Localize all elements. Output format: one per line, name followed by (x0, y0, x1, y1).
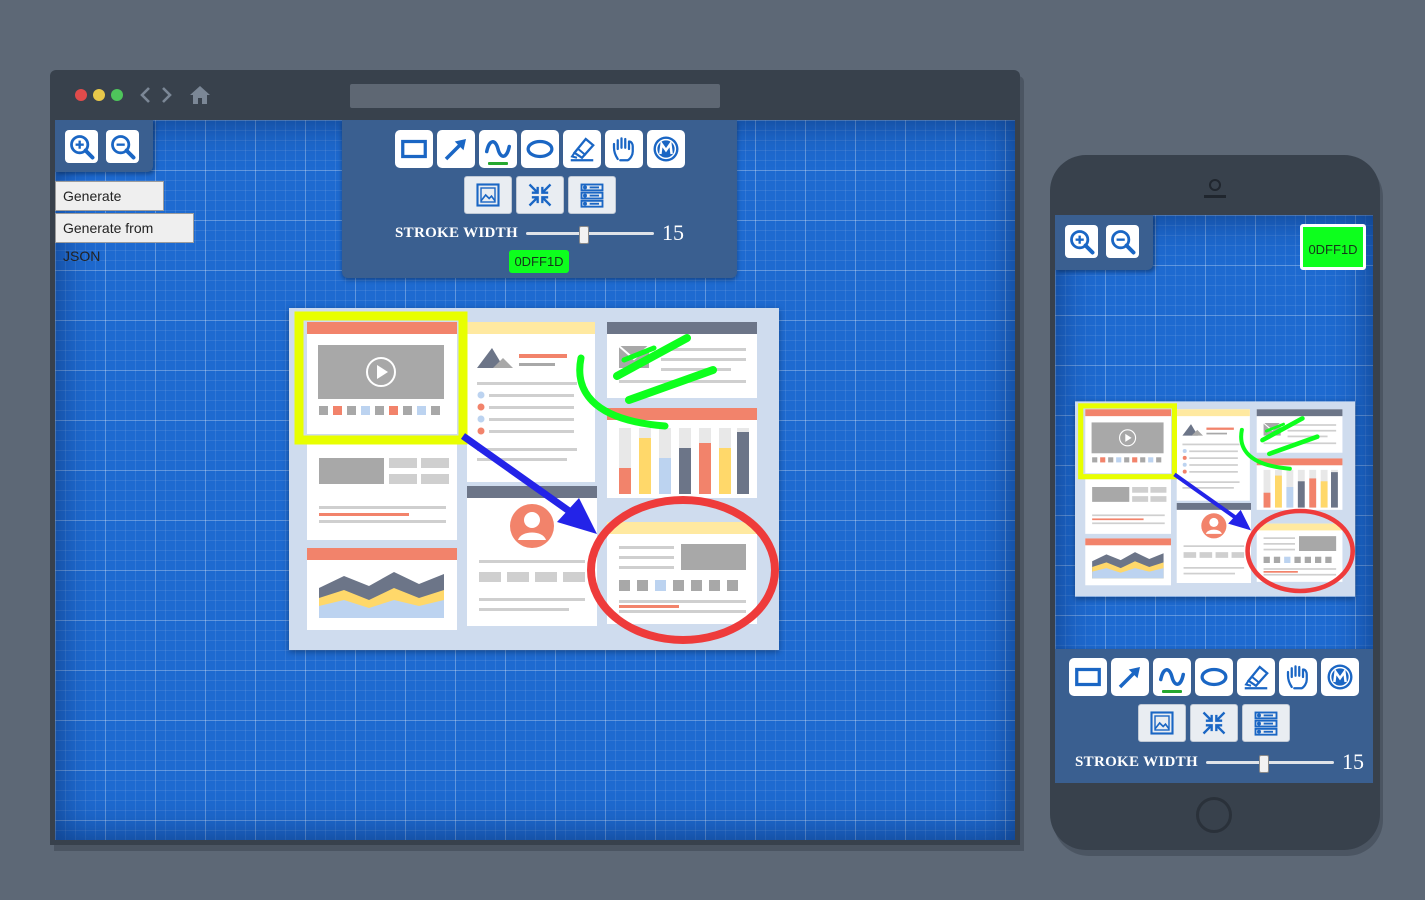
ellipse-icon (1199, 662, 1229, 692)
mobile-rectangle-tool-button[interactable] (1069, 658, 1107, 696)
freehand-icon (483, 134, 513, 164)
mobile-pan-tool-button[interactable] (1279, 658, 1317, 696)
layers-icon (1252, 709, 1280, 737)
stroke-width-label: STROKE WIDTH (1075, 753, 1198, 770)
mobile-shape-tools (1055, 658, 1373, 696)
mobile-device: 0DFF1D STROKE WIDTH 15 (1050, 155, 1380, 850)
close-dot[interactable] (75, 89, 87, 101)
eraser-tool-button[interactable] (562, 130, 601, 168)
stroke-width-value: 15 (661, 220, 684, 245)
mobile-zoom-out-button[interactable] (1106, 225, 1139, 258)
fit-screen-button[interactable] (515, 176, 564, 214)
mobile-stroke-width-control: STROKE WIDTH 15 (1075, 749, 1373, 775)
desktop-browser-window: Generate JSON Generate from JSON STROKE … (50, 70, 1020, 845)
fit-screen-icon (1200, 709, 1228, 737)
mobile-image-upload-button[interactable] (1138, 704, 1186, 742)
window-controls (75, 89, 123, 101)
stroke-width-value: 15 (1341, 749, 1364, 774)
mobile-stroke-width-slider[interactable] (1205, 755, 1334, 773)
hand-icon (1283, 662, 1313, 692)
camera-icon (1204, 179, 1226, 198)
fit-screen-icon (526, 181, 554, 209)
address-bar[interactable] (350, 84, 720, 108)
zoom-in-icon (1068, 228, 1096, 256)
ellipse-icon (525, 134, 555, 164)
home-button[interactable] (1196, 797, 1232, 833)
desktop-canvas[interactable]: Generate JSON Generate from JSON STROKE … (55, 120, 1015, 840)
zoom-out-icon (109, 133, 137, 161)
mobile-freehand-tool-button[interactable] (1153, 658, 1191, 696)
logo-tool-button[interactable] (646, 130, 685, 168)
mobile-action-tools (1055, 704, 1373, 742)
stroke-width-control: STROKE WIDTH 15 (395, 220, 737, 246)
zoom-out-button[interactable] (106, 130, 139, 163)
image-icon (474, 181, 502, 209)
eraser-icon (567, 134, 597, 164)
slider-track (525, 232, 654, 235)
mobile-zoom-panel (1055, 215, 1153, 270)
generate-json-button[interactable]: Generate JSON (55, 181, 164, 232)
rectangle-icon (1073, 662, 1103, 692)
maximize-dot[interactable] (111, 89, 123, 101)
mobile-ellipse-tool-button[interactable] (1195, 658, 1233, 696)
hand-icon (609, 134, 639, 164)
mobile-arrow-tool-button[interactable] (1111, 658, 1149, 696)
canvas-image[interactable] (289, 308, 779, 650)
drawing-toolbar: STROKE WIDTH 15 0DFF1D (342, 120, 737, 278)
minimize-dot[interactable] (93, 89, 105, 101)
back-icon[interactable] (138, 84, 154, 106)
layers-icon (578, 181, 606, 209)
shape-tools (342, 130, 737, 168)
home-icon[interactable] (189, 84, 211, 106)
slider-thumb[interactable] (578, 226, 589, 244)
layers-button[interactable] (567, 176, 616, 214)
arrow-icon (441, 134, 471, 164)
ellipse-tool-button[interactable] (520, 130, 559, 168)
zoom-in-button[interactable] (65, 130, 98, 163)
action-tools (342, 176, 737, 214)
forward-icon[interactable] (158, 84, 174, 106)
mobile-zoom-in-button[interactable] (1065, 225, 1098, 258)
logo-icon (1325, 662, 1355, 692)
logo-icon (651, 134, 681, 164)
pan-tool-button[interactable] (604, 130, 643, 168)
mobile-canvas[interactable]: 0DFF1D STROKE WIDTH 15 (1055, 215, 1373, 783)
zoom-in-icon (68, 133, 96, 161)
nav-arrows (138, 84, 174, 106)
mobile-eraser-tool-button[interactable] (1237, 658, 1275, 696)
arrow-icon (1115, 662, 1145, 692)
slider-thumb[interactable] (1258, 755, 1269, 773)
mobile-logo-tool-button[interactable] (1321, 658, 1359, 696)
rectangle-tool-button[interactable] (394, 130, 433, 168)
eraser-icon (1241, 662, 1271, 692)
image-icon (1148, 709, 1176, 737)
image-upload-button[interactable] (463, 176, 512, 214)
generate-from-json-button[interactable]: Generate from JSON (55, 213, 194, 264)
zoom-out-icon (1109, 228, 1137, 256)
stroke-width-label: STROKE WIDTH (395, 224, 518, 241)
stroke-width-slider[interactable] (525, 226, 654, 244)
arrow-tool-button[interactable] (436, 130, 475, 168)
mobile-drawing-toolbar: STROKE WIDTH 15 (1055, 649, 1373, 783)
mobile-layers-button[interactable] (1242, 704, 1290, 742)
slider-track (1205, 761, 1334, 764)
mobile-canvas-image[interactable] (1075, 401, 1355, 597)
zoom-panel (55, 120, 153, 172)
mobile-fit-screen-button[interactable] (1190, 704, 1238, 742)
mobile-color-picker-button[interactable]: 0DFF1D (1300, 224, 1366, 270)
color-picker-button[interactable]: 0DFF1D (509, 250, 569, 273)
rectangle-icon (399, 134, 429, 164)
freehand-tool-button[interactable] (478, 130, 517, 168)
freehand-icon (1157, 662, 1187, 692)
